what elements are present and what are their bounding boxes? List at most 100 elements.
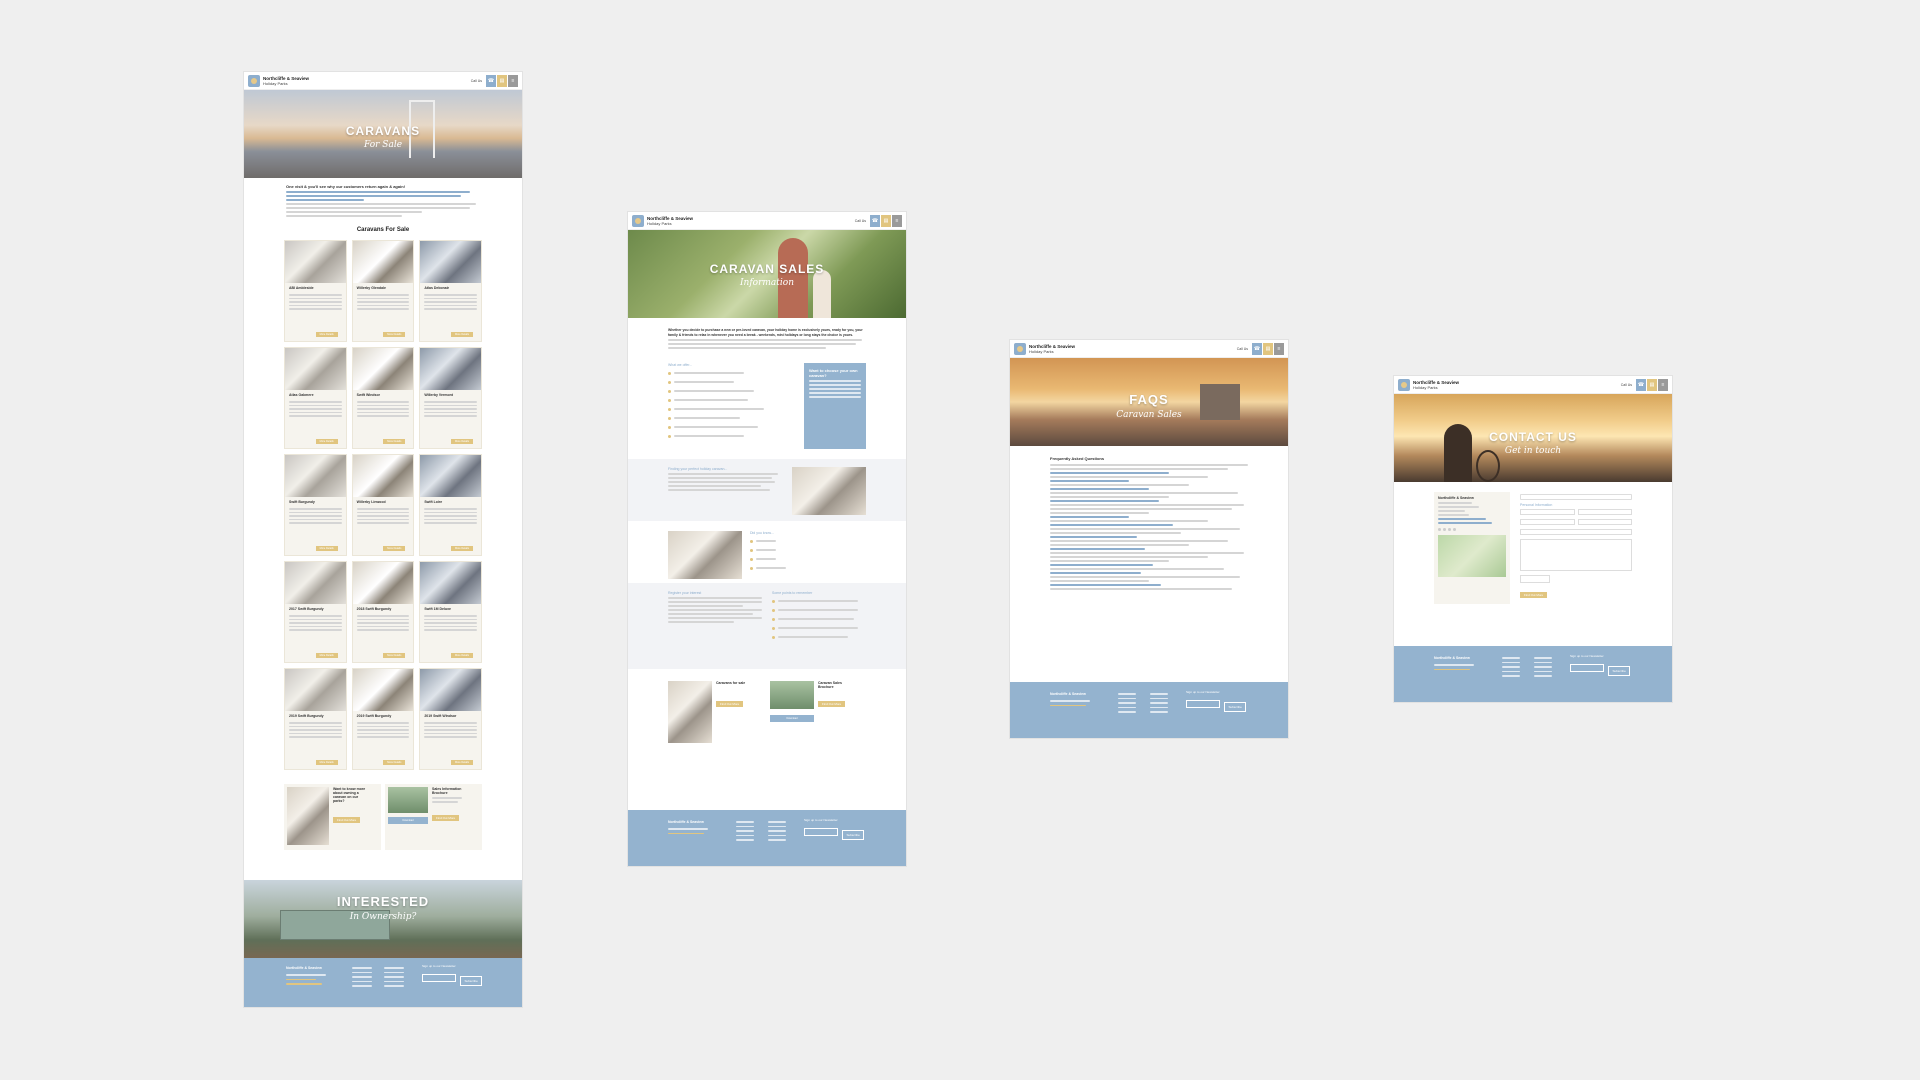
cta-brochure-button[interactable]: Find Out More [818, 701, 846, 707]
map-thumbnail[interactable] [1438, 535, 1506, 577]
more-details-button[interactable]: More Details [383, 439, 406, 444]
book-icon[interactable]: ▤ [497, 74, 507, 87]
newsletter-input[interactable] [422, 974, 456, 982]
first-name-field[interactable] [1577, 509, 1632, 515]
more-details-button[interactable]: More Details [450, 760, 473, 765]
caravan-photo [352, 669, 414, 711]
caravan-card[interactable]: Willerby Glendale More Details [351, 240, 415, 342]
instagram-icon[interactable] [1448, 528, 1451, 531]
email-field[interactable] [1577, 519, 1632, 525]
caravan-card[interactable]: Willerby Vermont More Details [419, 347, 482, 449]
subscribe-button[interactable]: Subscribe [1224, 702, 1246, 712]
phone-icon[interactable]: ☎ [1636, 378, 1646, 391]
phone-icon[interactable]: ☎ [486, 74, 496, 87]
footer-links-2[interactable] [768, 818, 786, 844]
more-details-button[interactable]: More Details [383, 653, 406, 658]
caravan-card[interactable]: Atlas Debonair More Details [419, 240, 482, 342]
caravan-card[interactable]: 2019 Swift Burgundy More Details [284, 668, 347, 770]
banner-title: INTERESTED [336, 894, 430, 909]
caravan-card[interactable]: Swift 1M Deluxe More Details [419, 561, 482, 663]
message-textarea[interactable] [1520, 539, 1632, 571]
more-details-button[interactable]: More Details [315, 546, 338, 551]
more-details-button[interactable]: More Details [450, 546, 473, 551]
more-details-button[interactable]: More Details [450, 332, 473, 337]
caravan-card[interactable]: Swift Windsor More Details [351, 347, 415, 449]
newsletter-input[interactable] [1186, 700, 1220, 708]
more-details-button[interactable]: More Details [450, 439, 473, 444]
social-icons [1438, 528, 1506, 531]
register-title: Register your interest [668, 591, 702, 595]
logo[interactable]: Northcliffe & Seaview Holiday Parks [1014, 342, 1237, 355]
youtube-icon[interactable] [1453, 528, 1456, 531]
newsletter-input[interactable] [1570, 664, 1604, 672]
caravan-card[interactable]: Swift Loire More Details [419, 454, 482, 556]
surname-field[interactable] [1520, 519, 1575, 525]
cta-for-sale-button[interactable]: Find Out More [716, 701, 744, 707]
menu-icon[interactable]: ≡ [892, 214, 902, 227]
footer-links-2[interactable] [384, 964, 404, 990]
cta-brochure-title: Caravan Sales Brochure [818, 681, 842, 689]
footer-links-2[interactable] [1534, 654, 1552, 680]
more-details-button[interactable]: More Details [383, 760, 406, 765]
footer-address: Northcliffe & Seaview [286, 966, 326, 988]
more-details-button[interactable]: More Details [383, 546, 406, 551]
phone-link[interactable]: Call Us [1237, 347, 1248, 351]
facebook-icon[interactable] [1438, 528, 1441, 531]
caravan-card[interactable]: ABI Ambleside More Details [284, 240, 347, 342]
caravan-card[interactable]: 2019 Swift Windsor More Details [419, 668, 482, 770]
book-icon[interactable]: ▤ [1263, 342, 1273, 355]
footer-links-1[interactable] [352, 964, 372, 990]
send-button[interactable]: Find Out More [1520, 592, 1548, 598]
footer-links-1[interactable] [1118, 690, 1136, 716]
book-icon[interactable]: ▤ [881, 214, 891, 227]
menu-icon[interactable]: ≡ [508, 74, 518, 87]
banner-script: In Ownership? [349, 912, 417, 922]
phone-field[interactable] [1520, 529, 1632, 535]
menu-icon[interactable]: ≡ [1658, 378, 1668, 391]
phone-link[interactable]: Call Us [855, 219, 866, 223]
menu-icon[interactable]: ≡ [1274, 342, 1284, 355]
more-details-button[interactable]: More Details [315, 760, 338, 765]
logo[interactable]: Northcliffe & Seaview Holiday Parks [1398, 378, 1621, 391]
more-details-button[interactable]: More Details [383, 332, 406, 337]
site-header: Northcliffe & Seaview Holiday Parks Call … [244, 72, 522, 90]
enquiry-select[interactable] [1520, 494, 1632, 500]
captcha[interactable] [1520, 575, 1550, 583]
phone-link[interactable]: Call Us [471, 79, 482, 83]
more-details-button[interactable]: More Details [315, 653, 338, 658]
subscribe-button[interactable]: Subscribe [460, 976, 482, 986]
brochure-button[interactable]: Find Out More [432, 815, 460, 821]
intro: Whether you decide to purchase a new or … [628, 318, 906, 349]
caravan-card[interactable]: 2019 Swift Burgundy More Details [351, 668, 415, 770]
caravan-card[interactable]: Atlas Oakmere More Details [284, 347, 347, 449]
twitter-icon[interactable] [1443, 528, 1446, 531]
brochure-download-button[interactable]: Download [388, 817, 428, 824]
caravan-card[interactable]: 2018 Swift Burgundy More Details [351, 561, 415, 663]
footer-links-1[interactable] [736, 818, 754, 844]
subscribe-button[interactable]: Subscribe [1608, 666, 1630, 676]
brand-sub: Holiday Parks [1029, 348, 1054, 354]
cta-brochure-download[interactable]: Download [770, 715, 814, 722]
logo[interactable]: Northcliffe & Seaview Holiday Parks [632, 214, 855, 227]
title-field[interactable] [1520, 509, 1575, 515]
caravan-specs [420, 401, 481, 417]
logo[interactable]: Northcliffe & Seaview Holiday Parks [248, 74, 471, 87]
phone-link[interactable]: Call Us [1621, 383, 1632, 387]
phone-icon[interactable]: ☎ [870, 214, 880, 227]
subscribe-button[interactable]: Subscribe [842, 830, 864, 840]
promo-brochure: Download Sales Information Brochure Find … [385, 784, 482, 850]
caravan-card[interactable]: 2017 Swift Burgundy More Details [284, 561, 347, 663]
promo-button[interactable]: Find Out More [333, 817, 361, 823]
more-details-button[interactable]: More Details [315, 439, 338, 444]
newsletter-input[interactable] [804, 828, 838, 836]
caravan-name: 2017 Swift Burgundy [289, 607, 324, 611]
more-details-button[interactable]: More Details [315, 332, 338, 337]
caravan-card[interactable]: Swift Burgundy More Details [284, 454, 347, 556]
hero-title: FAQS [1129, 392, 1169, 407]
more-details-button[interactable]: More Details [450, 653, 473, 658]
footer-links-2[interactable] [1150, 690, 1168, 716]
footer-links-1[interactable] [1502, 654, 1520, 680]
book-icon[interactable]: ▤ [1647, 378, 1657, 391]
caravan-card[interactable]: Willerby Linwood More Details [351, 454, 415, 556]
phone-icon[interactable]: ☎ [1252, 342, 1262, 355]
